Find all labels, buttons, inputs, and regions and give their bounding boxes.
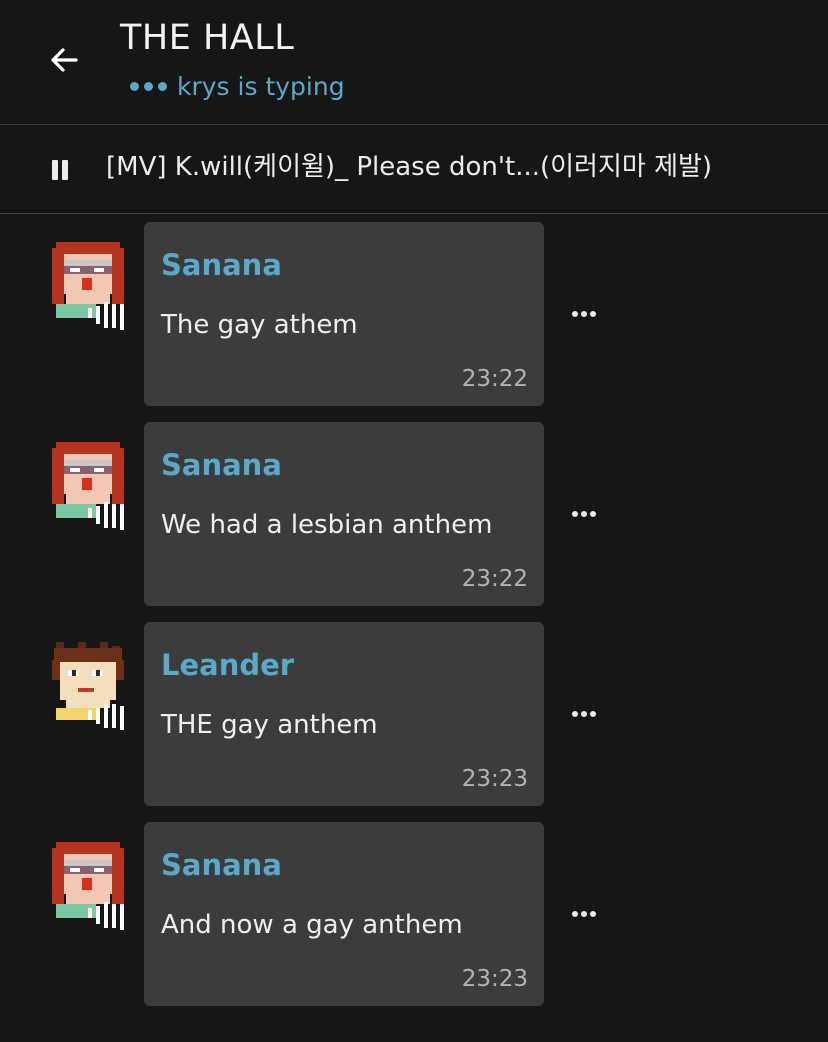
message-timestamp: 23:22 [461, 566, 528, 592]
message-text: The gay athem [161, 310, 358, 340]
avatar-sanana[interactable] [52, 842, 128, 934]
message-row: Sanana And now a gay anthem 23:23 [0, 822, 828, 1006]
typing-status-text: krys is typing [177, 72, 345, 101]
more-horizontal-icon [590, 311, 596, 317]
message-bubble[interactable]: Sanana And now a gay anthem 23:23 [144, 822, 544, 1006]
more-horizontal-icon [590, 511, 596, 517]
message-text: And now a gay anthem [161, 910, 463, 940]
pause-icon [52, 160, 58, 180]
message-sender[interactable]: Leander [161, 648, 294, 682]
message-timestamp: 23:22 [461, 366, 528, 392]
message-more-button[interactable] [572, 509, 600, 519]
pause-button[interactable] [50, 160, 70, 182]
typing-dots-icon [130, 82, 167, 91]
avatar-leander[interactable] [52, 642, 128, 734]
message-more-button[interactable] [572, 309, 600, 319]
message-more-button[interactable] [572, 709, 600, 719]
message-text: We had a lesbian anthem [161, 510, 493, 540]
message-bubble[interactable]: Leander THE gay anthem 23:23 [144, 622, 544, 806]
message-sender[interactable]: Sanana [161, 448, 282, 482]
message-row: Leander THE gay anthem 23:23 [0, 622, 828, 806]
avatar-sanana[interactable] [52, 442, 128, 534]
message-timestamp: 23:23 [461, 966, 528, 992]
avatar-sanana[interactable] [52, 242, 128, 334]
more-horizontal-icon [572, 911, 578, 917]
typing-indicator: krys is typing [130, 72, 345, 101]
back-button[interactable] [44, 40, 84, 80]
more-horizontal-icon [581, 511, 587, 517]
now-playing-title: [MV] K.will(케이윌)_ Please don't...(이러지마 제… [106, 152, 713, 182]
message-bubble[interactable]: Sanana We had a lesbian anthem 23:22 [144, 422, 544, 606]
more-horizontal-icon [590, 911, 596, 917]
message-timestamp: 23:23 [461, 766, 528, 792]
message-row: Sanana The gay athem 23:22 [0, 222, 828, 406]
more-horizontal-icon [581, 711, 587, 717]
now-playing-divider [0, 213, 828, 214]
more-horizontal-icon [590, 711, 596, 717]
more-horizontal-icon [572, 511, 578, 517]
arrow-left-icon [51, 48, 78, 72]
more-horizontal-icon [581, 911, 587, 917]
message-row: Sanana We had a lesbian anthem 23:22 [0, 422, 828, 606]
more-horizontal-icon [572, 311, 578, 317]
message-sender[interactable]: Sanana [161, 248, 282, 282]
message-bubble[interactable]: Sanana The gay athem 23:22 [144, 222, 544, 406]
more-horizontal-icon [581, 311, 587, 317]
chat-header: THE HALL krys is typing [0, 0, 828, 124]
message-more-button[interactable] [572, 909, 600, 919]
more-horizontal-icon [572, 711, 578, 717]
room-title: THE HALL [120, 18, 295, 58]
message-text: THE gay anthem [161, 710, 378, 740]
message-sender[interactable]: Sanana [161, 848, 282, 882]
